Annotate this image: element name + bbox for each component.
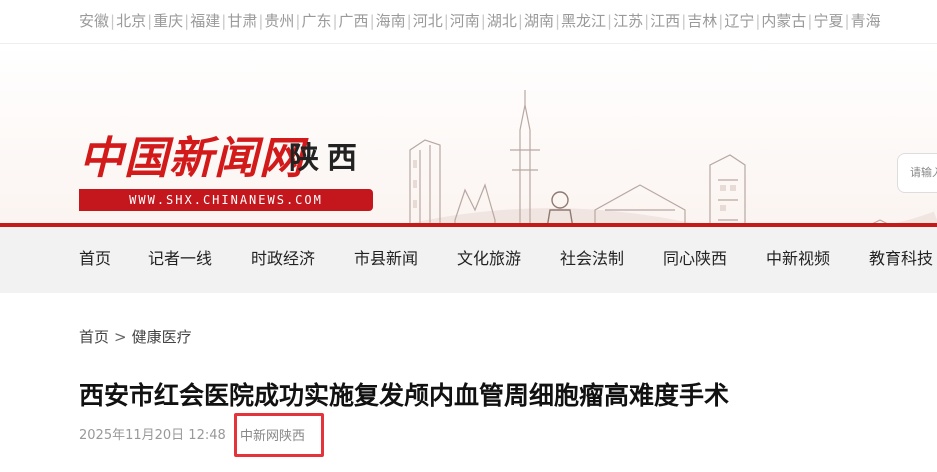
region-link[interactable]: 辽宁: [724, 11, 754, 31]
region-separator: |: [369, 12, 375, 30]
nav-item-reporter-frontline[interactable]: 记者一线: [148, 248, 212, 270]
article-meta: 2025年11月20日 12:48: [79, 427, 226, 445]
site-logo[interactable]: 中国新闻网 陕西 WWW.SHX.CHINANEWS.COM: [79, 135, 379, 215]
logo-url-strip: WWW.SHX.CHINANEWS.COM: [79, 189, 373, 211]
region-separator: |: [844, 12, 850, 30]
region-bar: 安徽|北京|重庆|福建|甘肃|贵州|广东|广西|海南|河北|河南|湖北|湖南|黑…: [0, 0, 937, 44]
region-separator: |: [554, 12, 561, 30]
region-link[interactable]: 内蒙古: [761, 11, 806, 31]
region-link[interactable]: 吉林: [687, 11, 717, 31]
region-separator: |: [517, 12, 523, 30]
region-link[interactable]: 甘肃: [227, 11, 257, 31]
publish-time: 2025年11月20日 12:48: [79, 428, 226, 443]
nav-item-education-tech[interactable]: 教育科技: [869, 248, 933, 270]
region-link[interactable]: 青海: [851, 11, 881, 31]
region-separator: |: [406, 12, 412, 30]
region-link[interactable]: 安徽: [79, 11, 109, 31]
region-link[interactable]: 广东: [301, 11, 331, 31]
region-link[interactable]: 湖北: [487, 11, 517, 31]
breadcrumb-home[interactable]: 首页: [79, 327, 109, 347]
region-list: 安徽|北京|重庆|福建|甘肃|贵州|广东|广西|海南|河北|河南|湖北|湖南|黑…: [79, 11, 881, 31]
region-separator: |: [221, 12, 227, 30]
nav-item-society-law[interactable]: 社会法制: [560, 248, 624, 270]
region-separator: |: [147, 12, 153, 30]
region-separator: |: [644, 12, 650, 30]
region-separator: |: [258, 12, 264, 30]
nav-item-culture-tourism[interactable]: 文化旅游: [457, 248, 521, 270]
nav-item-video[interactable]: 中新视频: [766, 248, 830, 270]
search-input[interactable]: 请输入: [897, 153, 937, 193]
logo-text: 中国新闻网: [79, 133, 304, 184]
region-separator: |: [807, 12, 813, 30]
region-link[interactable]: 广西: [339, 11, 369, 31]
region-separator: |: [755, 12, 761, 30]
region-separator: |: [607, 12, 613, 30]
region-separator: |: [681, 12, 687, 30]
nav-item-tongxin-shaanxi[interactable]: 同心陕西: [663, 248, 727, 270]
region-separator: |: [480, 12, 486, 30]
region-separator: |: [110, 12, 116, 30]
region-link[interactable]: 黑龙江: [561, 11, 606, 31]
region-link[interactable]: 重庆: [153, 11, 183, 31]
region-link[interactable]: 海南: [376, 11, 406, 31]
nav-item-county-news[interactable]: 市县新闻: [354, 248, 418, 270]
nav-item-home[interactable]: 首页: [79, 248, 111, 270]
region-separator: |: [332, 12, 338, 30]
breadcrumb-current[interactable]: 健康医疗: [132, 327, 192, 347]
region-separator: |: [718, 12, 724, 30]
region-link[interactable]: 贵州: [264, 11, 294, 31]
region-separator: |: [184, 12, 190, 30]
header-banner: 中国新闻网 陕西 WWW.SHX.CHINANEWS.COM 请输入: [0, 45, 937, 225]
region-link[interactable]: 宁夏: [813, 11, 843, 31]
region-separator: |: [443, 12, 449, 30]
article-source[interactable]: 中新网陕西: [240, 428, 305, 446]
region-link[interactable]: 河南: [450, 11, 480, 31]
city-skyline-illustration: [403, 90, 937, 225]
region-link[interactable]: 江苏: [613, 11, 643, 31]
logo-region-name: 陕西: [289, 141, 365, 176]
nav-item-politics-economy[interactable]: 时政经济: [251, 248, 315, 270]
main-nav: 首页 记者一线 时政经济 市县新闻 文化旅游 社会法制 同心陕西 中新视频 教育…: [0, 227, 937, 293]
region-link[interactable]: 北京: [116, 11, 146, 31]
breadcrumb-separator: >: [114, 328, 127, 346]
region-separator: |: [295, 12, 301, 30]
region-link[interactable]: 湖南: [524, 11, 554, 31]
article-title: 西安市红会医院成功实施复发颅内血管周细胞瘤高难度手术: [79, 381, 730, 410]
region-link[interactable]: 江西: [650, 11, 680, 31]
region-link[interactable]: 河北: [413, 11, 443, 31]
breadcrumb: 首页 > 健康医疗: [79, 327, 192, 347]
region-link[interactable]: 福建: [190, 11, 220, 31]
